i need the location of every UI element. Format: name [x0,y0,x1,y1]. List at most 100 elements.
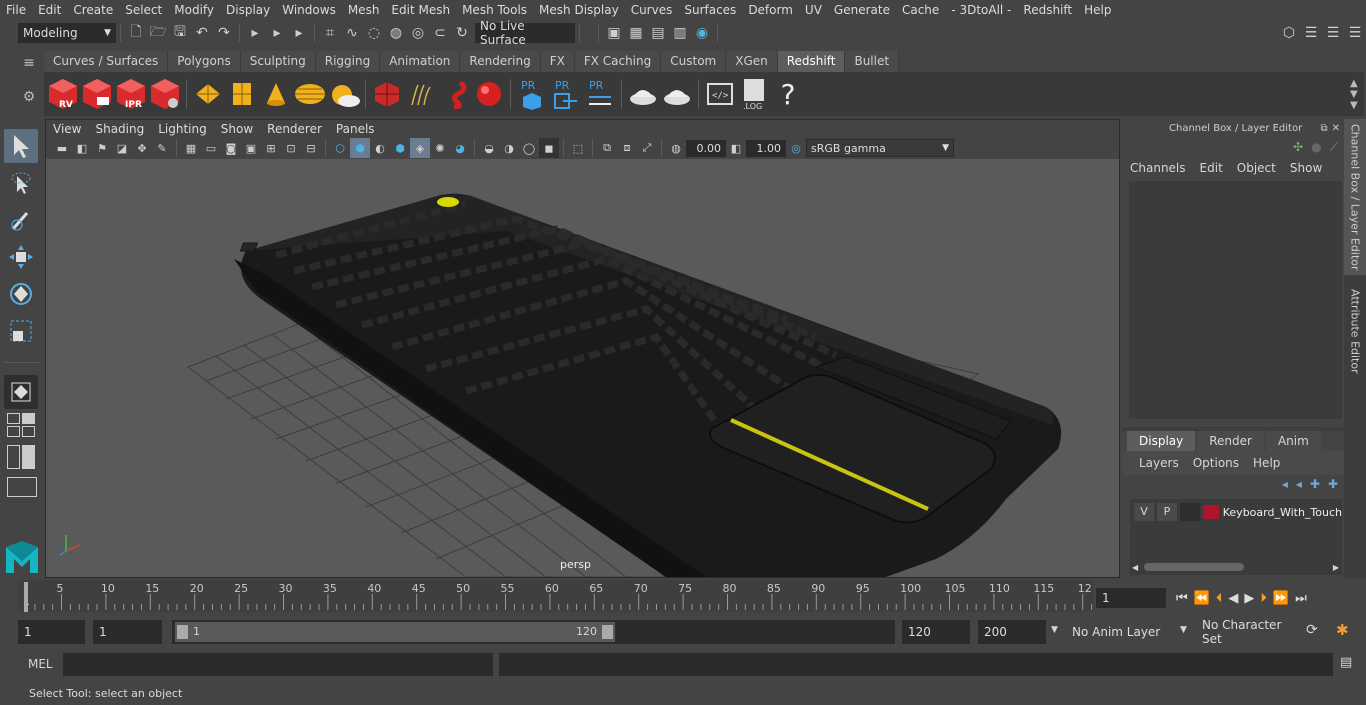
render-view-icon[interactable]: ▣ [603,22,625,44]
resolution-gate-icon[interactable]: ◙ [221,138,241,158]
layout-2-icon[interactable]: ☰ [1322,22,1344,44]
screen-space-ao-icon[interactable]: ◒ [479,138,499,158]
float-panel-icon[interactable]: ⧉ [1320,123,1327,134]
move-tool-icon[interactable] [4,240,38,274]
shelf-tab-bullet[interactable]: Bullet [845,51,900,72]
range-slider[interactable]: 1 120 [172,620,895,644]
playback-start-field[interactable]: 1 [93,620,162,644]
shelf-tab-fx[interactable]: FX [540,51,575,72]
axis-icon[interactable]: ✣ [1293,140,1303,154]
multisample-aa-icon[interactable]: ◯ [519,138,539,158]
menu-help[interactable]: Help [1078,3,1117,17]
redshift-spot-light-icon[interactable] [259,75,293,113]
history-icon[interactable]: ↻ [451,22,473,44]
snap-point-icon[interactable]: ◌ [363,22,385,44]
shelf-gear-icon[interactable]: ⚙ [18,89,40,105]
chevron-down-icon[interactable]: ▼ [1180,625,1187,635]
menu-redshift[interactable]: Redshift [1017,3,1078,17]
shelf-tab-xgen[interactable]: XGen [726,51,778,72]
go-to-end-icon[interactable]: ⏭ [1295,591,1307,606]
layer-display-type[interactable] [1179,503,1200,521]
layer-row[interactable]: V P Keyboard_With_Touch [1130,501,1342,523]
motion-blur-icon[interactable]: ◑ [499,138,519,158]
workspace-icon[interactable]: ⬡ [1278,22,1300,44]
hypershade-icon[interactable]: ◉ [691,22,713,44]
shelf-menu-icon[interactable]: ≡ [18,55,40,71]
redshift-material-ball-icon[interactable] [472,75,506,113]
redshift-proxy-icon[interactable] [370,75,404,113]
layout-outliner-icon[interactable] [7,477,37,497]
menu-uv[interactable]: UV [799,3,828,17]
channel-box-menu-channels[interactable]: Channels [1130,161,1186,175]
step-back-key-icon[interactable]: ⏪ [1194,591,1210,606]
end-time-field[interactable]: 200 [978,620,1046,644]
redo-icon[interactable]: ↷ [213,22,235,44]
channel-list[interactable] [1129,181,1342,419]
menu-mesh-tools[interactable]: Mesh Tools [456,3,533,17]
wireframe-on-shaded-icon[interactable]: ⬢ [390,138,410,158]
redshift-sun-sky-icon[interactable] [327,75,361,113]
step-forward-frame-icon[interactable]: ⏵ [1260,591,1267,606]
viewport-menu-view[interactable]: View [46,122,88,136]
snap-grid-icon[interactable]: ⌗ [319,22,341,44]
menu-3dtoall[interactable]: - 3DtoAll - [945,3,1017,17]
layer-tab-display[interactable]: Display [1127,431,1196,451]
shelf-tab-rendering[interactable]: Rendering [460,51,541,72]
viewport-menu-show[interactable]: Show [214,122,260,136]
layout-3-icon[interactable]: ☰ [1344,22,1366,44]
safe-title-icon[interactable]: ⊟ [301,138,321,158]
menu-cache[interactable]: Cache [896,3,945,17]
exposure-field[interactable]: 0.00 [686,139,726,157]
gamma-icon[interactable]: ◧ [726,138,746,158]
layer-name[interactable]: Keyboard_With_Touch [1223,506,1342,519]
menu-display[interactable]: Display [220,3,276,17]
redshift-hair-icon[interactable] [404,75,438,113]
shadows-icon[interactable]: ◕ [450,138,470,158]
safe-action-icon[interactable]: ⊡ [281,138,301,158]
save-scene-icon[interactable]: 🖫 [169,22,191,44]
layout-single-icon[interactable] [7,413,37,437]
time-slider[interactable]: 5 10 15 20 25 30 35 40 45 50 55 60 65 70 75 80 85 90 95 100… [18,580,1093,612]
chevron-down-icon[interactable]: ▼ [1051,625,1058,635]
select-tool-icon[interactable] [4,129,38,163]
scale-tool-icon[interactable] [4,314,38,348]
snap-curve-icon[interactable]: ∿ [341,22,363,44]
image-plane-icon[interactable]: ◪ [112,138,132,158]
menu-modify[interactable]: Modify [168,3,220,17]
camera-attributes-icon[interactable]: ◧ [72,138,92,158]
color-space-dropdown[interactable]: sRGB gamma ▼ [806,139,954,157]
layer-playback-toggle[interactable]: P [1156,503,1177,521]
playback-end-field[interactable]: 120 [902,620,970,644]
range-end-handle[interactable] [602,625,613,639]
channel-box-menu-object[interactable]: Object [1237,161,1276,175]
gamma-field[interactable]: 1.00 [746,139,786,157]
menu-create[interactable]: Create [67,3,119,17]
redshift-settings-icon[interactable] [148,75,182,113]
viewport-menu-panels[interactable]: Panels [329,122,382,136]
side-tab-channel-box[interactable]: Channel Box / Layer Editor [1344,119,1366,275]
gate-mask-icon[interactable]: ▣ [241,138,261,158]
exposure-icon[interactable]: ◍ [666,138,686,158]
menu-windows[interactable]: Windows [276,3,342,17]
start-time-field[interactable]: 1 [18,620,85,644]
play-backward-icon[interactable]: ◀ [1228,591,1238,606]
undo-icon[interactable]: ↶ [191,22,213,44]
xray-icon[interactable]: ◈ [410,138,430,158]
soft-select-icon[interactable] [4,375,38,409]
step-back-frame-icon[interactable]: ⏴ [1216,591,1223,606]
menu-generate[interactable]: Generate [828,3,896,17]
film-gate-icon[interactable]: ▭ [201,138,221,158]
render-settings-icon[interactable]: ▥ [669,22,691,44]
redshift-pr-export-icon[interactable]: PR [549,75,583,113]
shelf-tab-sculpting[interactable]: Sculpting [240,51,316,72]
shelf-tab-redshift[interactable]: Redshift [777,51,846,72]
wireframe-icon[interactable]: ⬡ [330,138,350,158]
menu-select[interactable]: Select [119,3,168,17]
redshift-help-icon[interactable]: ? [771,75,805,113]
grid-icon[interactable]: ▦ [181,138,201,158]
layer-tab-render[interactable]: Render [1197,431,1264,451]
shelf-tab-polygons[interactable]: Polygons [168,51,241,72]
redshift-script-icon[interactable]: </> [703,75,737,113]
slash-icon[interactable]: ⟋ [1330,140,1338,155]
current-time-marker[interactable] [24,582,28,612]
